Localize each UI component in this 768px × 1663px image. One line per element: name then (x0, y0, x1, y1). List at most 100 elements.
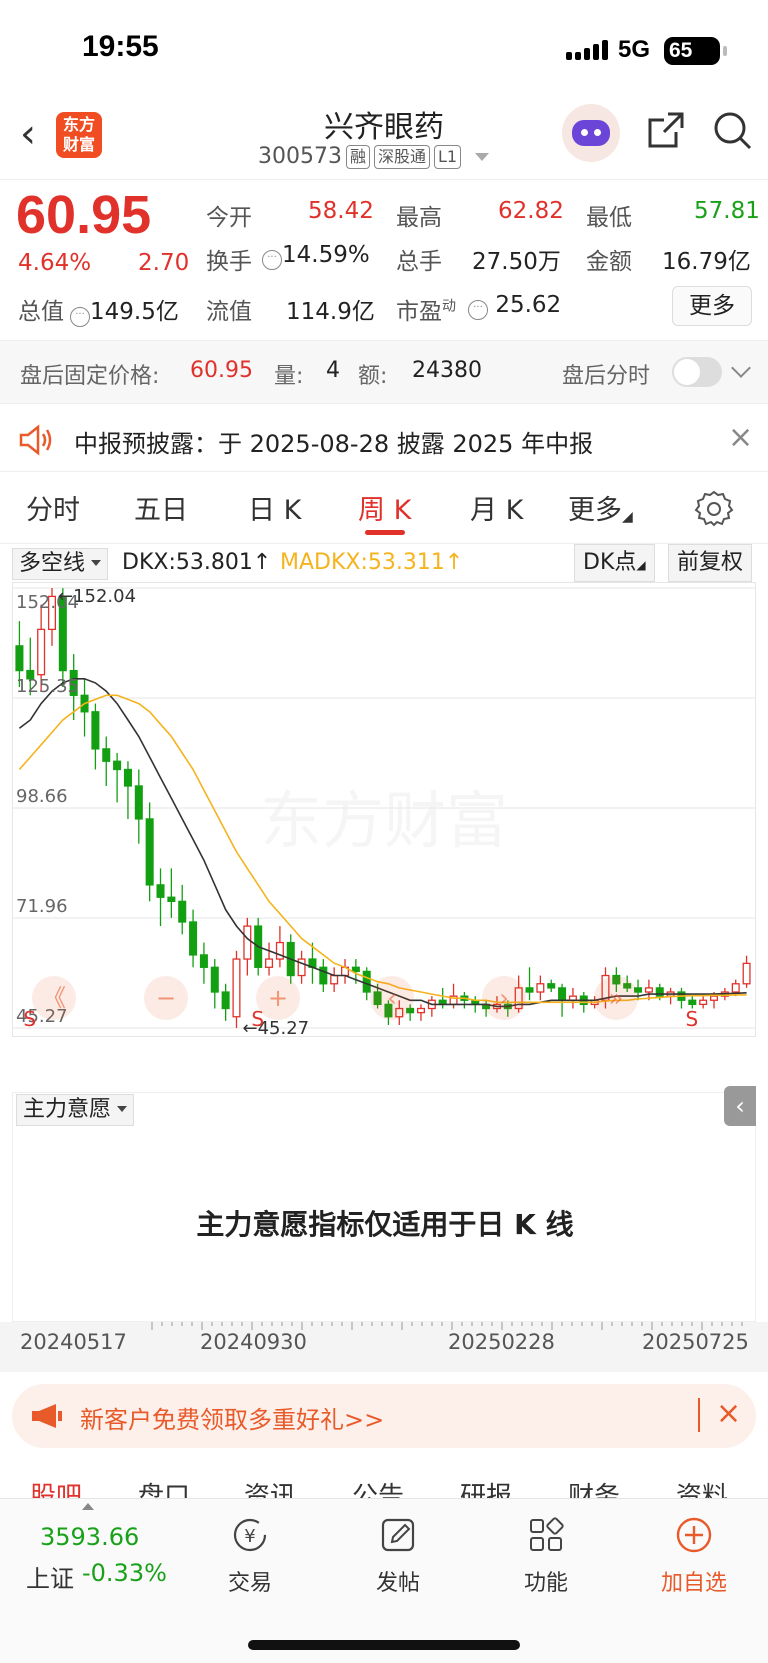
tab-intraday[interactable]: 分时 (26, 488, 80, 527)
nav-add-watchlist-label: 加自选 (660, 1571, 727, 1596)
scroll-left-button-glyph: 《 (42, 984, 66, 1012)
svg-text:¥: ¥ (244, 1526, 255, 1547)
signal-icon (566, 40, 608, 60)
tab-orderbook[interactable]: 盘口 (138, 1476, 190, 1500)
add-circle-icon (676, 1517, 712, 1553)
dkx-value: DKX:53.801↑ (122, 550, 272, 575)
candle-up (644, 987, 653, 993)
promo-banner[interactable]: 新客户免费领取多重好礼>> × (12, 1384, 756, 1448)
tab-announcements[interactable]: 公告 (352, 1476, 404, 1500)
index-value[interactable]: 3593.66 (40, 1523, 139, 1551)
stock-code: 300573 (258, 144, 342, 169)
after-hours-toggle[interactable] (672, 357, 722, 387)
candle-down (221, 991, 230, 1010)
collapse-panel-icon[interactable]: ‹ (724, 1086, 756, 1126)
indicator-selector[interactable]: 多空线 (12, 548, 109, 580)
tab-finance[interactable]: 财务 (568, 1476, 620, 1500)
quote-panel: 60.95 4.64% 2.70 今开 58.42 最高 62.82 最低 57… (0, 182, 768, 338)
tab-five-day[interactable]: 五日 (134, 488, 188, 527)
candle-down (547, 983, 556, 989)
high-value: 62.82 (498, 198, 564, 224)
tab-daily-k[interactable]: 日 K (248, 488, 301, 527)
after-hours-bar: 盘后固定价格: 60.95 量: 4 额: 24380 盘后分时 (0, 340, 768, 404)
home-indicator (248, 1640, 520, 1650)
more-button[interactable]: 更多 (672, 286, 752, 326)
edit-icon (381, 1518, 415, 1552)
scroll-right-button-glyph: » (609, 984, 624, 1012)
low-label: 最低 (586, 205, 632, 231)
change-pct: 4.64% (18, 250, 92, 276)
battery-icon: 65 (664, 37, 727, 65)
status-bar: 19:55 5G 65 (0, 0, 768, 100)
settings-gear-icon[interactable] (694, 488, 734, 528)
nav-functions[interactable]: 功能 (486, 1515, 606, 1597)
nav-functions-label: 功能 (523, 1571, 568, 1596)
index-change: -0.33% (82, 1559, 167, 1587)
date-ticks (151, 1322, 743, 1330)
kline-chart[interactable]: 东方财富 152.04 125.35 98.66 71.96 45.27 ←152.04 ←… (12, 582, 756, 1088)
tag-margin: 融 (345, 144, 370, 169)
earnings-notice[interactable]: 中报预披露：于 2025-08-28 披露 2025 年中报 × (0, 406, 768, 472)
tab-research[interactable]: 研报 (460, 1476, 512, 1500)
open-value: 58.42 (308, 198, 374, 224)
index-name: 上证 (26, 1565, 74, 1593)
mcap-value[interactable]: ··· 149.5亿 (70, 292, 179, 327)
tab-profile[interactable]: 资料 (676, 1476, 728, 1500)
tab-monthly-k[interactable]: 月 K (470, 488, 523, 527)
date-axis: 20240517 20240930 20250228 20250725 (0, 1322, 768, 1372)
turnover-value[interactable]: ··· 14.59% (262, 242, 370, 270)
tab-news[interactable]: 资讯 (244, 1476, 296, 1500)
candle-down (145, 818, 154, 886)
nav-trade[interactable]: ¥ 交易 (190, 1515, 310, 1597)
main-force-panel: 主力意愿指标仅适用于日 K 线 (12, 1092, 756, 1322)
promo-text: 新客户免费领取多重好礼>> (80, 1406, 385, 1434)
share-icon[interactable] (646, 110, 686, 150)
candle-down (134, 785, 143, 820)
assistant-robot-icon[interactable] (562, 104, 620, 162)
float-label: 流值 (206, 299, 252, 325)
main-force-selector[interactable]: 主力意愿 (16, 1094, 135, 1126)
y-tick-label: 71.96 (16, 896, 68, 917)
dk-point-button[interactable]: DK点◢ (574, 544, 655, 582)
after-amt-label: 额: (358, 364, 388, 389)
candle-down (156, 884, 165, 898)
change-value: 2.70 (138, 250, 190, 276)
grid-icon (530, 1517, 564, 1551)
low-value: 57.81 (694, 198, 760, 224)
candle-up (330, 974, 339, 985)
period-tabs: 分时 五日 日 K 周 K 月 K 更多◢ (0, 474, 768, 544)
tab-more[interactable]: 更多◢ (568, 488, 633, 527)
search-icon[interactable] (712, 110, 754, 152)
candle-down (199, 954, 208, 968)
chevron-down-icon[interactable] (731, 358, 751, 378)
divider (698, 1398, 700, 1432)
candle-up (536, 983, 545, 993)
info-dots-icon: ··· (262, 250, 282, 270)
candle-down (558, 987, 567, 1001)
tab-forum[interactable]: 股吧 (30, 1476, 82, 1500)
close-icon[interactable]: × (716, 1396, 741, 1431)
nav-post[interactable]: 发帖 (338, 1515, 458, 1597)
megaphone-icon (32, 1404, 62, 1428)
active-tab-indicator (365, 530, 405, 535)
adjust-button[interactable]: 前复权 (668, 544, 753, 582)
candle-down (178, 900, 187, 923)
date-label-2: 20250228 (448, 1330, 555, 1354)
candle-up (710, 995, 719, 1001)
candle-down (688, 999, 697, 1006)
expand-up-icon[interactable] (82, 1503, 94, 1510)
after-timeline-label: 盘后分时 (562, 364, 651, 389)
kline-chart-svg[interactable]: 东方财富 152.04125.3598.6671.9645.27←152.04←… (12, 582, 756, 1088)
stock-sub-info[interactable]: 300573 融 深股通 L1 (258, 144, 490, 169)
step-right-button-glyph: › (499, 984, 509, 1012)
candle-down (362, 970, 371, 993)
pe-value[interactable]: ··· 25.62 (468, 292, 561, 320)
close-icon[interactable]: × (728, 420, 753, 455)
stock-header: ‹ 东方财富 兴齐眼药 300573 融 深股通 L1 (0, 100, 768, 180)
mcap-label: 总值 (18, 299, 64, 325)
after-amt: 24380 (412, 358, 482, 383)
date-label-0: 20240517 (20, 1330, 127, 1354)
nav-add-watchlist[interactable]: 加自选 (634, 1515, 754, 1597)
tab-weekly-k[interactable]: 周 K (358, 488, 411, 527)
network-type: 5G (617, 36, 650, 63)
